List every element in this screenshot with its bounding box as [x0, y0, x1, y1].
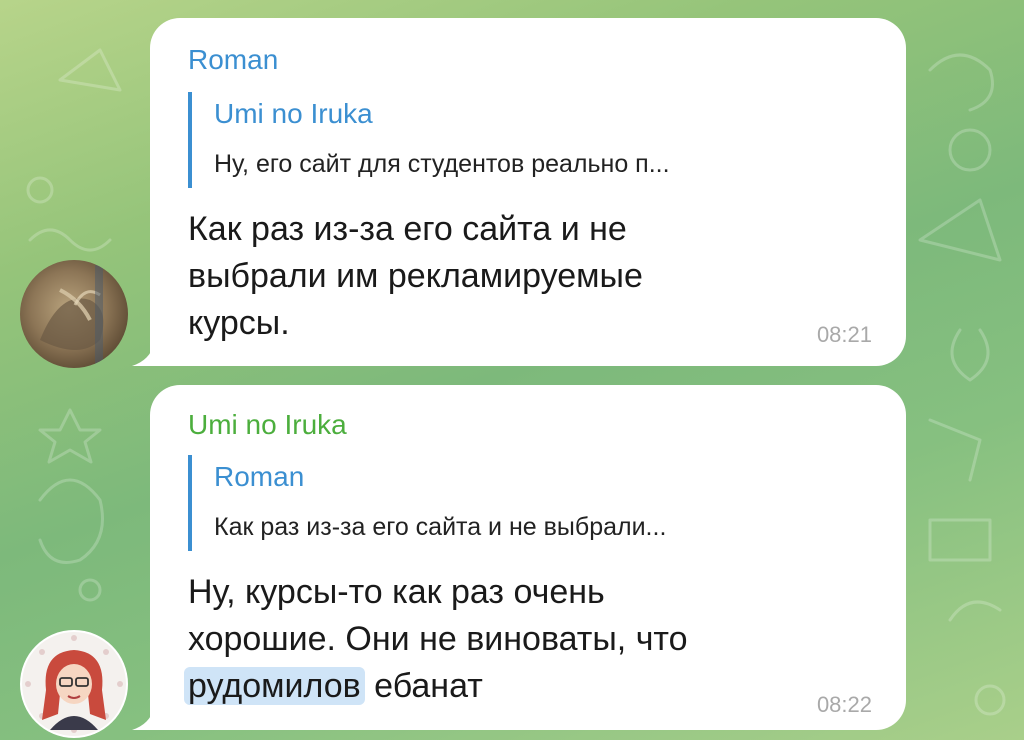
message-text-tail: ебанат	[364, 667, 483, 705]
avatar-umi-image	[22, 632, 126, 736]
message-text: Ну, курсы-то как раз очень хорошие. Они …	[184, 569, 828, 710]
message-text-line: Ну, курсы-то как раз очень	[188, 573, 605, 611]
highlighted-word[interactable]: рудомилов	[184, 667, 365, 705]
reply-author: Roman	[214, 461, 305, 492]
reply-author: Umi no Iruka	[214, 98, 373, 129]
bubble-tail	[132, 344, 154, 366]
bubble-tail	[132, 708, 154, 730]
message-sender[interactable]: Roman	[188, 44, 278, 76]
reply-quote[interactable]: Roman Как раз из-за его сайта и не выбра…	[188, 455, 882, 551]
avatar-umi-no-iruka[interactable]	[20, 630, 128, 738]
message-text-line: выбрали им рекламируемые	[188, 257, 643, 295]
message-text: Как раз из-за его сайта и не выбрали им …	[188, 206, 828, 347]
avatar-roman[interactable]	[20, 260, 128, 368]
message-bubble-roman[interactable]: Roman Umi no Iruka Ну, его сайт для студ…	[132, 18, 906, 366]
message-sender[interactable]: Umi no Iruka	[188, 409, 347, 441]
message-time: 08:22	[816, 692, 872, 717]
message-bubble-umi[interactable]: Umi no Iruka Roman Как раз из-за его сай…	[132, 385, 906, 730]
message-text-line: хорошие. Они не виноваты, что	[188, 620, 688, 658]
reply-text: Ну, его сайт для студентов реально п...	[214, 150, 670, 178]
avatar-roman-image	[40, 265, 104, 365]
reply-text: Как раз из-за его сайта и не выбрали...	[214, 513, 667, 541]
message-text-line: курсы.	[188, 304, 290, 342]
reply-quote[interactable]: Umi no Iruka Ну, его сайт для студентов …	[188, 92, 882, 188]
message-text-line: Как раз из-за его сайта и не	[188, 210, 627, 248]
message-text-line: рудомилов ебанат	[184, 663, 828, 710]
message-time: 08:21	[816, 322, 872, 347]
